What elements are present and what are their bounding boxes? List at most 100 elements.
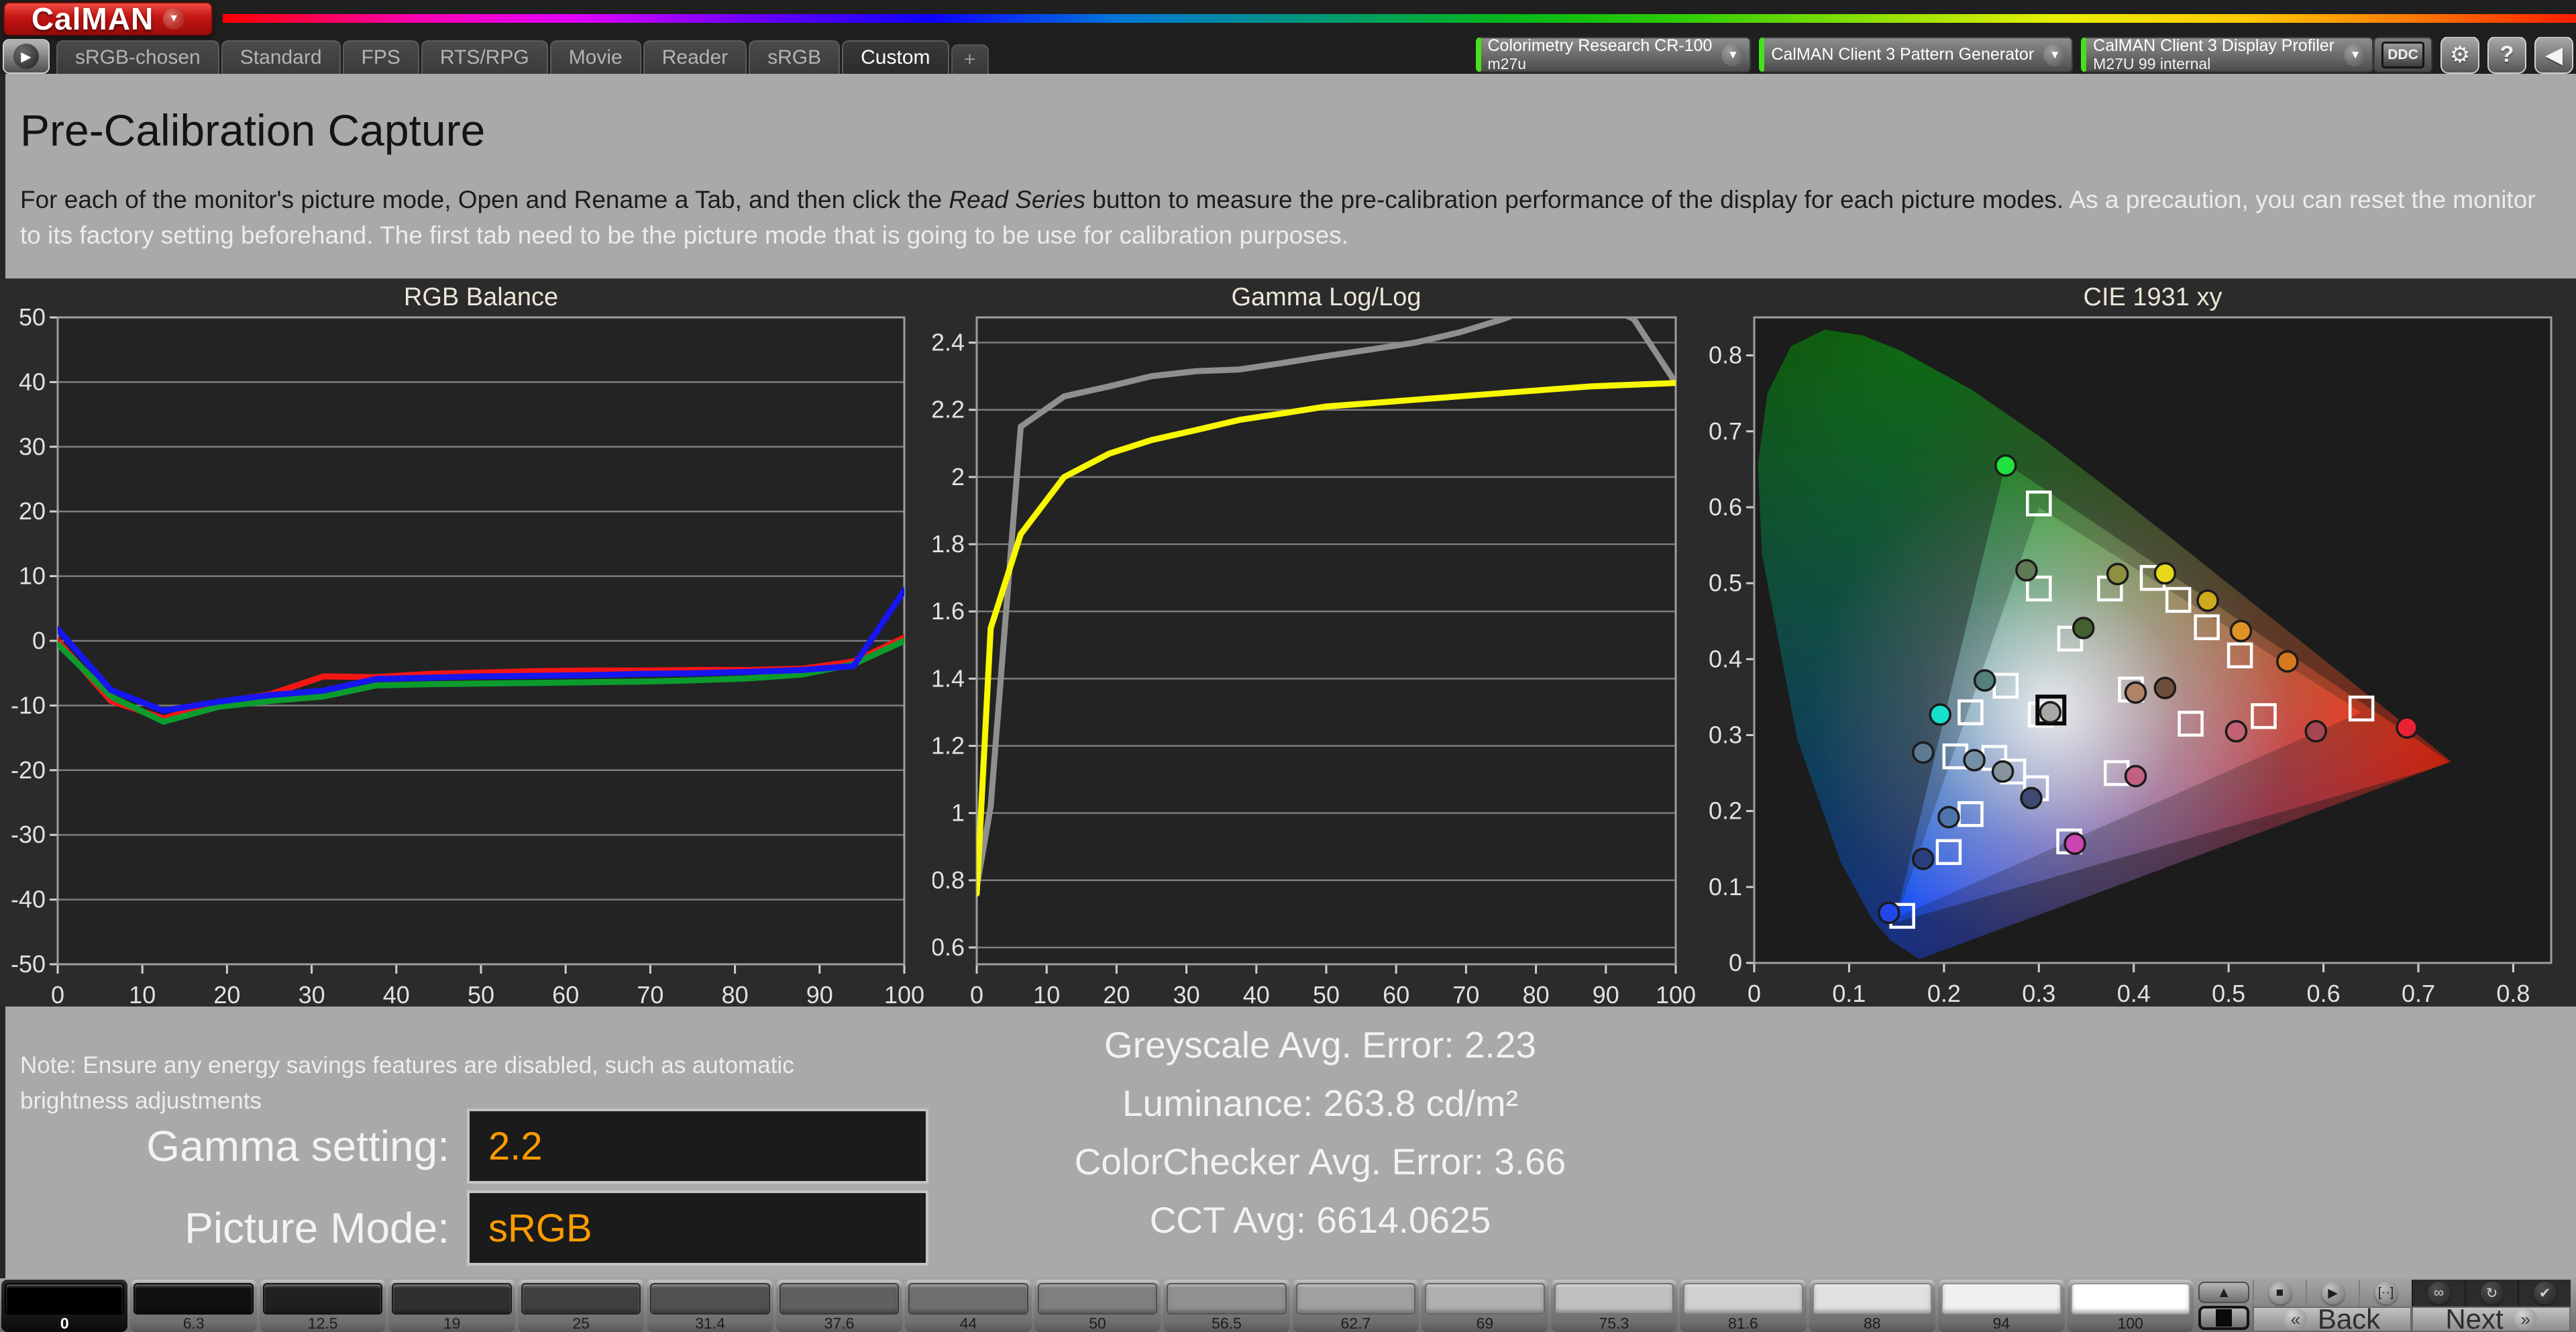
back-label: Back: [2318, 1303, 2380, 1332]
device-subname: M27U 99 internal: [2093, 56, 2334, 72]
pattern-swatch-44[interactable]: 44: [905, 1280, 1031, 1332]
pattern-swatch-69[interactable]: 69: [1421, 1280, 1548, 1332]
accept-button[interactable]: ✔: [2518, 1280, 2571, 1307]
svg-text:-30: -30: [11, 821, 46, 848]
device-dropdown-text: CalMAN Client 3 Pattern Generator: [1771, 46, 2034, 64]
tab-srgb-chosen[interactable]: sRGB-chosen: [56, 40, 219, 74]
svg-text:0.7: 0.7: [2402, 980, 2435, 1007]
refresh-button[interactable]: ↻: [2465, 1280, 2518, 1307]
tab-standard[interactable]: Standard: [221, 40, 341, 74]
pattern-swatch-75.3[interactable]: 75.3: [1551, 1280, 1677, 1332]
picture-mode-label: Picture Mode:: [5, 1203, 467, 1253]
page-title: Pre-Calibration Capture: [20, 105, 2549, 156]
add-tab-button[interactable]: +: [951, 44, 989, 74]
play-icon: ▶: [13, 44, 39, 69]
swatch-patch: [5, 1283, 124, 1315]
svg-text:10: 10: [19, 562, 46, 590]
swatch-label: 88: [1813, 1315, 1932, 1332]
pattern-up-button[interactable]: ▲: [2198, 1282, 2249, 1303]
svg-text:30: 30: [1173, 981, 1200, 1007]
pattern-swatch-100[interactable]: 100: [2068, 1280, 2194, 1332]
tab-scroll-button[interactable]: ▶: [3, 39, 50, 74]
gamma-setting-input[interactable]: 2.2: [467, 1109, 928, 1184]
chevron-down-icon: ▼: [2344, 44, 2367, 66]
svg-text:0.4: 0.4: [1709, 645, 1742, 672]
pattern-swatch-94[interactable]: 94: [1938, 1280, 2064, 1332]
stats-block: Greyscale Avg. Error: 2.23Luminance: 263…: [884, 1016, 1756, 1249]
ddc-button[interactable]: DDC: [2373, 37, 2432, 72]
swatch-patch: [1683, 1283, 1803, 1315]
pattern-swatch-88[interactable]: 88: [1809, 1280, 1935, 1332]
swatch-patch: [392, 1283, 511, 1315]
pattern-swatch-50[interactable]: 50: [1034, 1280, 1161, 1332]
svg-text:80: 80: [1523, 981, 1550, 1007]
device-dropdown-2[interactable]: CalMAN Client 3 Display ProfilerM27U 99 …: [2081, 37, 2373, 72]
svg-text:0.2: 0.2: [1709, 797, 1742, 825]
pattern-swatch-62.7[interactable]: 62.7: [1293, 1280, 1419, 1332]
control-buttons-row: ■ ▶ [··] ∞ ↻ ✔: [2253, 1280, 2571, 1307]
help-button[interactable]: ?: [2487, 36, 2526, 74]
svg-text:20: 20: [19, 497, 46, 525]
pattern-swatch-56.5[interactable]: 56.5: [1163, 1280, 1289, 1332]
check-icon: ✔: [2534, 1282, 2557, 1304]
tab-srgb[interactable]: sRGB: [749, 40, 840, 74]
nav-buttons-row: « Back Next »: [2253, 1307, 2571, 1332]
pattern-swatch-81.6[interactable]: 81.6: [1680, 1280, 1806, 1332]
swatch-label: 19: [392, 1315, 511, 1332]
collapse-button[interactable]: ◀: [2534, 36, 2573, 74]
svg-text:60: 60: [1383, 981, 1409, 1007]
read-series-button[interactable]: ▶: [2306, 1280, 2359, 1307]
pattern-size-button[interactable]: [··]: [2359, 1280, 2412, 1307]
tab-reader[interactable]: Reader: [643, 40, 747, 74]
stat-line: Luminance: 263.8 cd/m²: [884, 1074, 1756, 1133]
tab-movie[interactable]: Movie: [550, 40, 641, 74]
swatch-patch: [1554, 1283, 1674, 1315]
svg-text:0.1: 0.1: [1832, 980, 1866, 1007]
instruction-segment: Read Series: [949, 186, 1085, 213]
picture-mode-input[interactable]: sRGB: [467, 1190, 928, 1266]
pattern-swatch-31.4[interactable]: 31.4: [647, 1280, 773, 1332]
settings-button[interactable]: ⚙: [2440, 36, 2479, 74]
tab-rts-rpg[interactable]: RTS/RPG: [421, 40, 548, 74]
device-dropdown-1[interactable]: CalMAN Client 3 Pattern Generator▼: [1759, 37, 2073, 72]
svg-text:40: 40: [19, 368, 46, 395]
svg-text:CIE 1931 xy: CIE 1931 xy: [2084, 283, 2222, 311]
tab-custom[interactable]: Custom: [842, 40, 949, 74]
pattern-swatch-25[interactable]: 25: [518, 1280, 644, 1332]
svg-text:30: 30: [299, 981, 325, 1007]
swatch-label: 50: [1038, 1315, 1157, 1332]
tab-fps[interactable]: FPS: [343, 40, 419, 74]
stat-line: CCT Avg: 6614.0625: [884, 1191, 1756, 1249]
svg-text:90: 90: [806, 981, 833, 1007]
svg-text:0: 0: [1729, 949, 1742, 976]
calman-logo[interactable]: CalMAN ▼: [3, 2, 213, 36]
tab-list: sRGB-chosenStandardFPSRTS/RPGMovieReader…: [56, 40, 949, 74]
svg-text:-40: -40: [11, 886, 46, 913]
svg-text:0.6: 0.6: [2307, 980, 2341, 1007]
pattern-window-button[interactable]: [2198, 1306, 2249, 1330]
swatch-label: 100: [2071, 1315, 2190, 1332]
svg-text:0.1: 0.1: [1709, 873, 1742, 901]
next-button[interactable]: Next »: [2412, 1307, 2571, 1332]
continuous-read-button[interactable]: ∞: [2412, 1280, 2465, 1307]
charts-row: -50-40-30-20-100102030405001020304050607…: [0, 278, 2576, 1007]
swatch-label: 94: [1941, 1315, 2061, 1332]
stop-button[interactable]: ■: [2253, 1280, 2306, 1307]
svg-text:2: 2: [951, 463, 965, 491]
svg-text:0.4: 0.4: [2117, 980, 2151, 1007]
pattern-swatch-19[interactable]: 19: [388, 1280, 515, 1332]
pattern-swatch-37.6[interactable]: 37.6: [776, 1280, 902, 1332]
swatch-patch: [521, 1283, 641, 1315]
pattern-swatch-0[interactable]: 0: [1, 1280, 127, 1332]
svg-text:0: 0: [32, 627, 46, 654]
swatch-patch: [780, 1283, 899, 1315]
swatch-patch: [133, 1283, 253, 1315]
chevron-down-icon: ▼: [1721, 44, 1744, 66]
device-dropdown-0[interactable]: Colorimetry Research CR-100m27u▼: [1476, 37, 1752, 72]
svg-text:70: 70: [1452, 981, 1479, 1007]
logo-dropdown-icon[interactable]: ▼: [163, 8, 184, 30]
pattern-swatch-6.3[interactable]: 6.3: [130, 1280, 256, 1332]
pattern-swatch-12.5[interactable]: 12.5: [260, 1280, 386, 1332]
svg-text:90: 90: [1593, 981, 1619, 1007]
back-button[interactable]: « Back: [2253, 1307, 2412, 1332]
